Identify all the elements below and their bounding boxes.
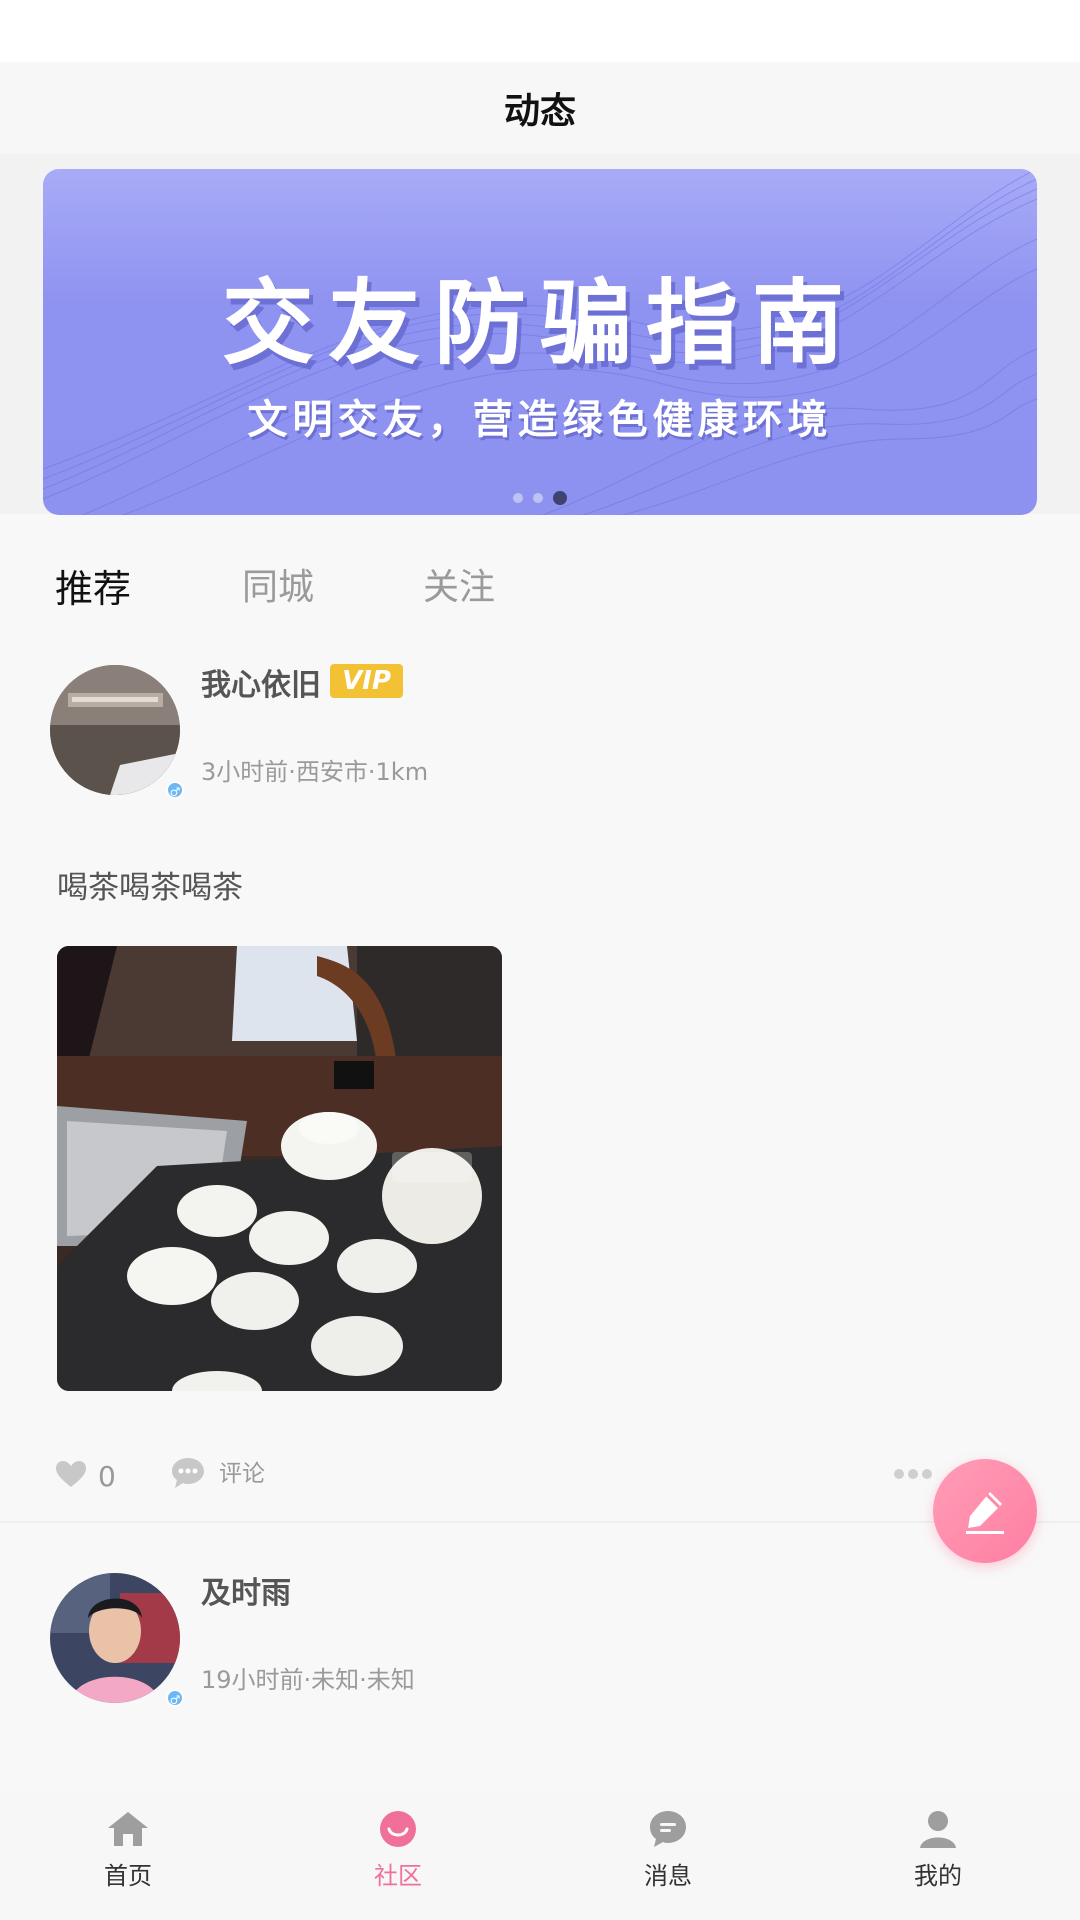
create-post-button[interactable] bbox=[933, 1459, 1037, 1563]
banner-carousel[interactable]: 交友防骗指南 文明交友，营造绿色健康环境 bbox=[43, 169, 1037, 515]
nav-label: 社区 bbox=[374, 1862, 422, 1890]
message-icon bbox=[650, 1811, 686, 1847]
banner-title: 交友防骗指南 bbox=[221, 270, 858, 377]
like-count: 0 bbox=[98, 1460, 116, 1493]
comment-icon[interactable] bbox=[170, 1456, 206, 1490]
male-gender-icon: ♂ bbox=[166, 781, 184, 799]
male-gender-icon: ♂ bbox=[166, 1689, 184, 1707]
vip-badge: VIP bbox=[330, 664, 403, 698]
carousel-dot-active[interactable] bbox=[553, 491, 567, 505]
post-divider bbox=[0, 1521, 1080, 1523]
nav-messages[interactable]: 消息 bbox=[598, 1810, 738, 1891]
post-card: ♂ 我心依旧 VIP 3小时前·西安市·1km 喝茶喝茶喝茶 0 评论 bbox=[0, 660, 1080, 1520]
carousel-indicator bbox=[43, 491, 1037, 505]
avatar[interactable] bbox=[50, 1573, 180, 1703]
tea-photo-image bbox=[57, 946, 502, 1391]
post-card: ♂ 及时雨 19小时前·未知·未知 bbox=[0, 1568, 1080, 1790]
post-photo[interactable] bbox=[57, 946, 502, 1391]
tab-following[interactable]: 关注 bbox=[423, 558, 495, 610]
bottom-navigation: 首页 社区 消息 我的 bbox=[0, 1790, 1080, 1920]
username[interactable]: 我心依旧 bbox=[201, 660, 321, 704]
profile-icon bbox=[920, 1811, 956, 1848]
carousel-dot[interactable] bbox=[533, 493, 543, 503]
carousel-dot[interactable] bbox=[513, 493, 523, 503]
status-bar bbox=[0, 0, 1080, 62]
nav-label: 首页 bbox=[104, 1862, 152, 1890]
page-title: 动态 bbox=[503, 91, 576, 132]
more-options-icon[interactable] bbox=[893, 1468, 933, 1480]
post-text: 喝茶喝茶喝茶 bbox=[57, 870, 243, 906]
tab-recommended[interactable]: 推荐 bbox=[55, 558, 131, 613]
community-icon bbox=[380, 1811, 416, 1847]
nav-home[interactable]: 首页 bbox=[58, 1810, 198, 1891]
post-meta: 3小时前·西安市·1km bbox=[201, 758, 429, 786]
username[interactable]: 及时雨 bbox=[201, 1568, 291, 1612]
tab-same-city[interactable]: 同城 bbox=[242, 558, 314, 610]
nav-label: 我的 bbox=[914, 1862, 962, 1890]
comment-label[interactable]: 评论 bbox=[219, 1454, 265, 1488]
post-actions: 0 评论 bbox=[0, 1450, 1080, 1510]
title-bar: 动态 bbox=[0, 62, 1080, 154]
edit-pen-icon bbox=[966, 1492, 1004, 1534]
feed-tabs: 推荐 同城 关注 bbox=[0, 540, 1080, 620]
home-icon bbox=[108, 1812, 148, 1846]
nav-mine[interactable]: 我的 bbox=[868, 1810, 1008, 1891]
avatar[interactable] bbox=[50, 665, 180, 795]
heart-icon[interactable] bbox=[55, 1460, 87, 1488]
nav-label: 消息 bbox=[644, 1862, 692, 1890]
banner-subtitle: 文明交友，营造绿色健康环境 bbox=[247, 397, 833, 443]
post-meta: 19小时前·未知·未知 bbox=[201, 1666, 415, 1694]
nav-community[interactable]: 社区 bbox=[328, 1810, 468, 1891]
